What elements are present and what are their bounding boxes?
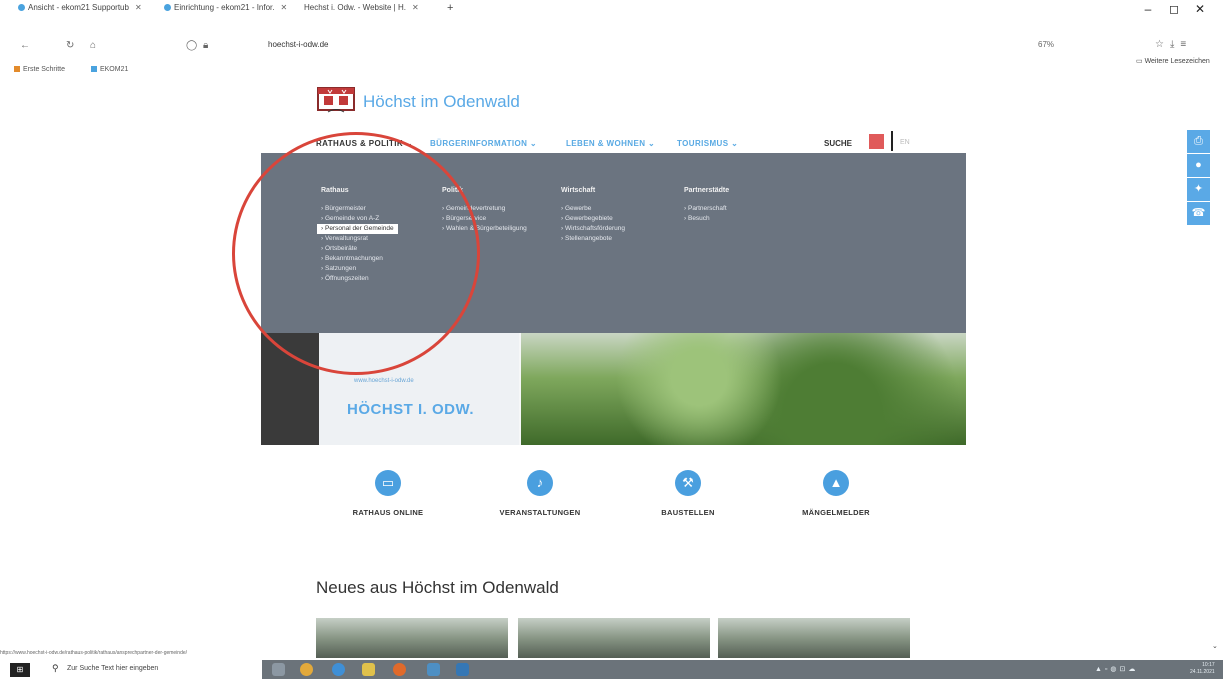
side-toolbar: ⎙ ● ✦ ☎ <box>1187 130 1210 226</box>
bookmark-item[interactable]: EKOM21 <box>90 66 140 73</box>
maximize-button[interactable]: ◻ <box>1161 2 1187 16</box>
lock-icon[interactable]: 🔒︎ <box>203 40 208 51</box>
news-item-image[interactable] <box>718 618 910 658</box>
language-switch[interactable]: EN <box>900 139 910 146</box>
hero-brand: HÖCHST I. ODW. <box>347 401 474 418</box>
browser-tab[interactable]: Einrichtung - ekom21 - Infor. ✕ <box>164 3 287 17</box>
tab-close-icon[interactable]: ✕ <box>412 3 419 12</box>
app-icon[interactable] <box>427 663 440 676</box>
phone-icon[interactable]: ☎ <box>1187 202 1210 225</box>
zoom-level[interactable]: 67% <box>1038 40 1054 49</box>
browser-tab[interactable]: Ansicht - ekom21 Supportub ✕ <box>18 3 142 17</box>
tab-close-icon[interactable]: ✕ <box>281 3 288 12</box>
app-icon[interactable] <box>456 663 469 676</box>
nav-buergerinformation[interactable]: BÜRGERINFORMATION ⌄ <box>430 139 537 148</box>
clock[interactable]: 10:17 24.11.2021 <box>1190 662 1215 676</box>
address-bar: ← ↻ ⌂ ◯ 🔒︎ hoechst-i-odw.de 67% ☆⤓≡ <box>0 38 1223 56</box>
folder-icon: ▭ <box>1136 58 1145 65</box>
coat-of-arms-logo[interactable] <box>316 84 356 114</box>
bookmark-icon <box>14 66 20 73</box>
browser-tab-bar: Ansicht - ekom21 Supportub ✕ Einrichtung … <box>0 0 1223 20</box>
toolbar-icons[interactable]: ☆⤓≡ <box>1155 39 1192 50</box>
news-heading: Neues aus Höchst im Odenwald <box>316 578 559 597</box>
taskbar-search-input[interactable]: Zur Suche Text hier eingeben <box>67 665 158 672</box>
menu-column-partnerstaedte: Partnerstädte › Partnerschaft › Besuch <box>684 187 729 224</box>
bookmark-item[interactable]: Erste Schritte <box>14 66 77 73</box>
quick-link-rathaus-online[interactable]: ▭ RATHAUS ONLINE <box>328 470 448 517</box>
quick-link-baustellen[interactable]: ⚒ BAUSTELLEN <box>628 470 748 517</box>
window-controls: – ◻ ✕ <box>1135 2 1213 16</box>
quick-link-maengelmelder[interactable]: ▲ MÄNGELMELDER <box>776 470 896 517</box>
url-field[interactable]: hoechst-i-odw.de <box>268 40 328 49</box>
print-icon[interactable]: ⎙ <box>1187 130 1210 153</box>
menu-item[interactable]: › Wirtschaftsförderung <box>561 224 625 234</box>
search-icon[interactable]: ⚲ <box>52 663 59 674</box>
menu-item[interactable]: › Besuch <box>684 214 729 224</box>
firefox-icon[interactable] <box>393 663 406 676</box>
hero-subtitle: www.hoechst-i-odw.de <box>354 378 414 384</box>
search-label[interactable]: SUCHE <box>824 139 852 148</box>
back-icon[interactable]: ← <box>20 40 30 51</box>
nav-divider <box>891 131 893 151</box>
hero-photo <box>521 333 966 445</box>
quick-link-veranstaltungen[interactable]: ♪ VERANSTALTUNGEN <box>480 470 600 517</box>
link-status-bar: https://www.hoechst-i-odw.de/rathaus-pol… <box>0 650 188 656</box>
menu-item[interactable]: › Gewerbe <box>561 204 625 214</box>
menu-item[interactable]: › Stellenangebote <box>561 234 625 244</box>
user-icon[interactable]: ● <box>1187 154 1210 177</box>
browser-tab-active[interactable]: Hechst i. Odw. - Website | H. ✕ <box>304 3 419 17</box>
tab-close-icon[interactable]: ✕ <box>135 3 142 12</box>
bookmark-icon <box>90 66 97 73</box>
minimize-button[interactable]: – <box>1135 2 1161 16</box>
system-tray[interactable]: ▲▫◍⊡☁ <box>1095 665 1138 673</box>
edge-icon[interactable] <box>332 663 345 676</box>
start-button[interactable]: ⊞ <box>10 663 30 677</box>
menu-item[interactable]: › Gewerbegebiete <box>561 214 625 224</box>
close-window-button[interactable]: ✕ <box>1187 2 1213 16</box>
news-item-image[interactable] <box>316 618 508 658</box>
favicon-icon <box>164 4 171 12</box>
menu-column-heading: Wirtschaft <box>561 187 596 194</box>
nav-leben-wohnen[interactable]: LEBEN & WOHNEN ⌄ <box>566 139 655 148</box>
highlight-annotation-circle <box>232 132 480 375</box>
shield-icon[interactable]: ◯ <box>186 40 197 51</box>
nav-tourismus[interactable]: TOURISMUS ⌄ <box>677 139 738 148</box>
menu-column-wirtschaft: Wirtschaft › Gewerbe › Gewerbegebiete › … <box>561 187 625 244</box>
menu-column-heading: Partnerstädte <box>684 187 730 194</box>
bookmarks-bar: Erste Schritte EKOM21 <box>14 66 152 73</box>
task-view-icon[interactable] <box>272 663 285 676</box>
site-title[interactable]: Höchst im Odenwald <box>363 92 520 112</box>
other-bookmarks[interactable]: ▭ Weitere Lesezeichen <box>1136 57 1210 65</box>
taskbar: ⊞ ⚲ Zur Suche Text hier eingeben ▲▫◍⊡☁ 1… <box>0 660 1223 679</box>
news-item-image[interactable] <box>518 618 710 658</box>
search-button[interactable] <box>869 134 884 149</box>
construction-icon: ⚒ <box>675 470 701 496</box>
reload-icon[interactable]: ↻ <box>66 40 74 51</box>
chrome-icon[interactable] <box>300 663 313 676</box>
alert-icon: ▲ <box>823 470 849 496</box>
monitor-icon: ▭ <box>375 470 401 496</box>
guitar-icon: ♪ <box>527 470 553 496</box>
taskbar-app-strip <box>262 660 1223 679</box>
scroll-down-icon[interactable]: ⌄ <box>1212 642 1218 650</box>
menu-item[interactable]: › Partnerschaft <box>684 204 729 214</box>
new-tab-button[interactable]: + <box>447 2 453 14</box>
home-icon[interactable]: ⌂ <box>90 40 96 51</box>
pin-icon[interactable]: ✦ <box>1187 178 1210 201</box>
favicon-icon <box>18 4 25 12</box>
explorer-icon[interactable] <box>362 663 375 676</box>
